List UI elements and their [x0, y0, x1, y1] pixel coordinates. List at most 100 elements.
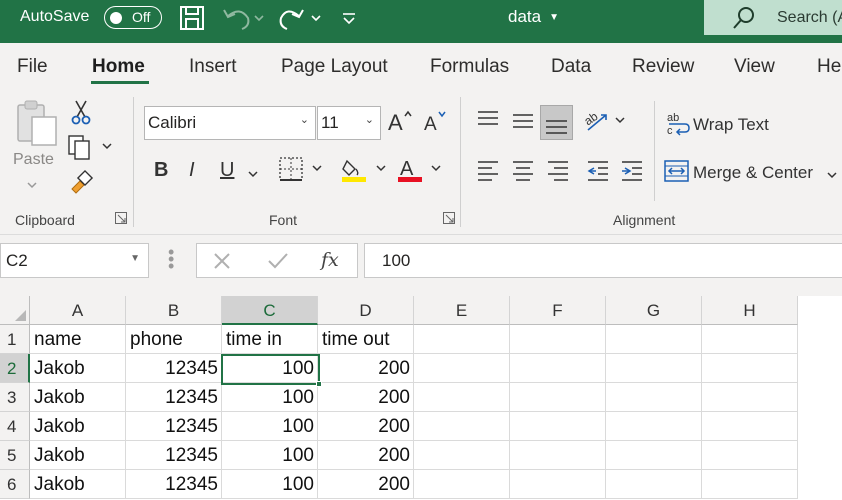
middle-align-icon[interactable]	[511, 109, 535, 136]
cell-h4[interactable]	[702, 412, 798, 441]
align-left-icon[interactable]	[476, 159, 500, 186]
cell-h1[interactable]	[702, 325, 798, 354]
cell-c5[interactable]: 100	[222, 441, 318, 470]
cell-c1[interactable]: time in	[222, 325, 318, 354]
column-header-d[interactable]: D	[318, 296, 414, 325]
name-box[interactable]: C2 ▼	[0, 243, 149, 278]
cell-a2[interactable]: Jakob	[30, 354, 126, 383]
merge-center-button[interactable]: Merge & Center	[693, 163, 813, 183]
column-header-g[interactable]: G	[606, 296, 702, 325]
cell-e2[interactable]	[414, 354, 510, 383]
bold-button[interactable]: B	[154, 159, 168, 182]
font-color-icon[interactable]: A	[398, 157, 446, 188]
cell-g5[interactable]	[606, 441, 702, 470]
cell-c2[interactable]: 100	[222, 354, 318, 383]
cell-h2[interactable]	[702, 354, 798, 383]
column-header-e[interactable]: E	[414, 296, 510, 325]
merge-dropdown-icon[interactable]	[826, 167, 840, 185]
save-icon[interactable]	[178, 4, 206, 32]
cell-d5[interactable]: 200	[318, 441, 414, 470]
cell-d1[interactable]: time out	[318, 325, 414, 354]
cell-g1[interactable]	[606, 325, 702, 354]
select-all-button[interactable]	[0, 296, 30, 325]
wrap-text-icon[interactable]: ab c	[667, 111, 691, 142]
row-header-5[interactable]: 5	[0, 441, 30, 470]
cell-a4[interactable]: Jakob	[30, 412, 126, 441]
cell-e1[interactable]	[414, 325, 510, 354]
clipboard-launcher-icon[interactable]	[115, 211, 127, 224]
font-launcher-icon[interactable]	[443, 211, 455, 224]
format-painter-icon[interactable]	[68, 169, 94, 200]
tab-view[interactable]: View	[734, 56, 775, 78]
autosave-toggle[interactable]: Off	[104, 6, 162, 29]
formula-input[interactable]: 100	[364, 243, 842, 278]
tab-home[interactable]: Home	[92, 56, 145, 78]
tab-help[interactable]: He	[817, 56, 841, 78]
tab-file[interactable]: File	[17, 56, 48, 78]
cell-d2[interactable]: 200	[318, 354, 414, 383]
cell-f3[interactable]	[510, 383, 606, 412]
paste-icon[interactable]	[14, 99, 60, 152]
fill-color-icon[interactable]	[341, 157, 389, 188]
formula-bar-grip-icon[interactable]: • • •	[168, 243, 174, 275]
column-header-b[interactable]: B	[126, 296, 222, 325]
document-title[interactable]: data ▼	[508, 7, 559, 27]
insert-function-button[interactable]: fx	[321, 249, 339, 271]
cell-b4[interactable]: 12345	[126, 412, 222, 441]
cell-a6[interactable]: Jakob	[30, 470, 126, 499]
font-size-select[interactable]: 11 ⌄	[317, 106, 381, 140]
row-header-1[interactable]: 1	[0, 325, 30, 354]
cell-g3[interactable]	[606, 383, 702, 412]
undo-icon[interactable]	[220, 4, 264, 32]
cell-e5[interactable]	[414, 441, 510, 470]
column-header-c[interactable]: C	[222, 296, 318, 325]
wrap-text-button[interactable]: Wrap Text	[693, 115, 769, 135]
borders-icon[interactable]	[279, 157, 327, 188]
redo-icon[interactable]	[279, 4, 323, 32]
font-family-select[interactable]: Calibri ⌄	[144, 106, 316, 140]
align-right-icon[interactable]	[546, 159, 570, 186]
cell-e4[interactable]	[414, 412, 510, 441]
tab-page-layout[interactable]: Page Layout	[281, 56, 388, 78]
cell-b3[interactable]: 12345	[126, 383, 222, 412]
underline-button[interactable]: U	[220, 159, 234, 182]
orientation-icon[interactable]: ab	[581, 107, 630, 138]
cell-e3[interactable]	[414, 383, 510, 412]
top-align-icon[interactable]	[476, 109, 500, 136]
tab-insert[interactable]: Insert	[189, 56, 237, 78]
cell-f6[interactable]	[510, 470, 606, 499]
row-header-4[interactable]: 4	[0, 412, 30, 441]
cancel-entry-icon[interactable]	[213, 252, 231, 270]
cell-d6[interactable]: 200	[318, 470, 414, 499]
decrease-font-size-icon[interactable]: A	[424, 109, 450, 138]
cell-c4[interactable]: 100	[222, 412, 318, 441]
row-header-3[interactable]: 3	[0, 383, 30, 412]
tab-data[interactable]: Data	[551, 56, 591, 78]
cell-d4[interactable]: 200	[318, 412, 414, 441]
cell-h5[interactable]	[702, 441, 798, 470]
bottom-align-icon[interactable]	[540, 105, 573, 140]
tab-review[interactable]: Review	[632, 56, 694, 78]
cell-b6[interactable]: 12345	[126, 470, 222, 499]
cell-e6[interactable]	[414, 470, 510, 499]
cell-g6[interactable]	[606, 470, 702, 499]
cell-f5[interactable]	[510, 441, 606, 470]
cell-a3[interactable]: Jakob	[30, 383, 126, 412]
merge-center-icon[interactable]	[664, 159, 690, 188]
cell-h3[interactable]	[702, 383, 798, 412]
cell-c6[interactable]: 100	[222, 470, 318, 499]
customize-qat-icon[interactable]	[340, 4, 358, 32]
cell-d3[interactable]: 200	[318, 383, 414, 412]
paste-label[interactable]: Paste	[13, 151, 54, 169]
cell-h6[interactable]	[702, 470, 798, 499]
align-center-icon[interactable]	[511, 159, 535, 186]
column-header-h[interactable]: H	[702, 296, 798, 325]
cell-g2[interactable]	[606, 354, 702, 383]
paste-dropdown-icon[interactable]	[26, 177, 38, 195]
cell-b5[interactable]: 12345	[126, 441, 222, 470]
cell-b2[interactable]: 12345	[126, 354, 222, 383]
column-header-f[interactable]: F	[510, 296, 606, 325]
cell-a5[interactable]: Jakob	[30, 441, 126, 470]
tab-formulas[interactable]: Formulas	[430, 56, 509, 78]
decrease-indent-icon[interactable]	[586, 159, 610, 186]
